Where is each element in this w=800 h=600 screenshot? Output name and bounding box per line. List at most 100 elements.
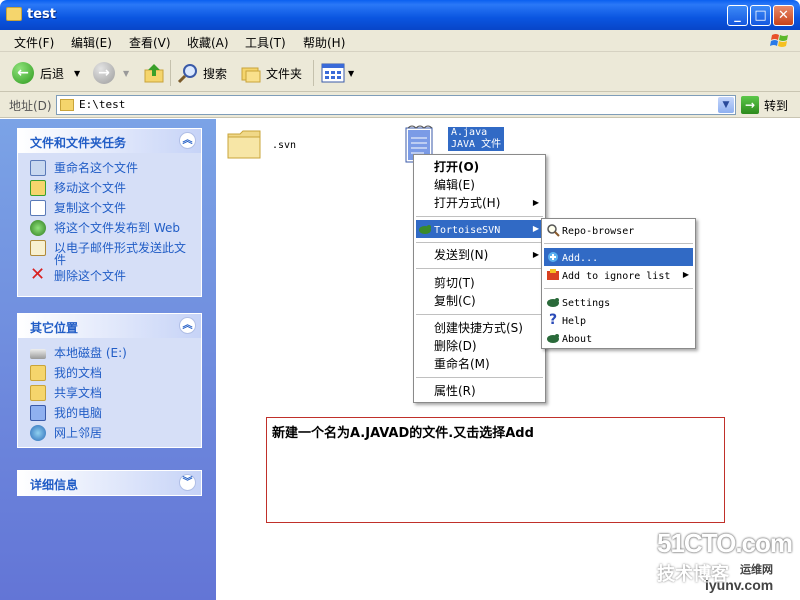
about-icon xyxy=(547,334,559,343)
details-panel: 详细信息 ︾ xyxy=(17,470,202,496)
back-button[interactable]: ← 后退 ▼ xyxy=(12,61,80,85)
task-copy[interactable]: 复制这个文件 xyxy=(30,199,191,219)
menu-divider xyxy=(416,314,543,315)
views-dropdown-icon[interactable]: ▼ xyxy=(348,69,354,78)
forward-arrow-icon: → xyxy=(93,62,115,84)
menu-copy[interactable]: 复制(C) xyxy=(416,292,543,310)
go-button[interactable]: 转到 xyxy=(764,97,788,114)
task-delete[interactable]: ✕ 删除这个文件 xyxy=(30,266,191,287)
maximize-button[interactable]: □ xyxy=(750,5,771,26)
task-label: 复制这个文件 xyxy=(54,201,127,215)
up-folder-icon xyxy=(144,64,164,83)
other-places-header[interactable]: 其它位置 ︽ xyxy=(18,314,201,338)
back-label: 后退 xyxy=(40,66,65,81)
network-icon xyxy=(30,425,46,441)
task-pane: 文件和文件夹任务 ︽ 重命名这个文件 移动这个文件 复制这个文件 将这个文件发布… xyxy=(0,119,216,600)
menu-settings[interactable]: Settings xyxy=(544,293,693,311)
collapse-icon[interactable]: ︽ xyxy=(179,132,196,149)
other-places-title: 其它位置 xyxy=(30,321,79,335)
toolbar: ← 后退 ▼ → ▼ 搜索 文件夹 ▼ xyxy=(0,52,800,92)
submenu-arrow-icon: ▶ xyxy=(532,224,539,233)
folders-button[interactable]: 文件夹 xyxy=(240,61,302,85)
search-button[interactable]: 搜索 xyxy=(177,61,227,85)
menu-help[interactable]: ? Help xyxy=(544,311,693,329)
menu-add[interactable]: Add... xyxy=(544,248,693,266)
other-places-panel: 其它位置 ︽ 本地磁盘 (E:) 我的文档 共享文档 我的电脑 网上邻居 xyxy=(17,313,202,448)
menu-open[interactable]: 打开(O) xyxy=(416,158,543,176)
menu-edit-file[interactable]: 编辑(E) xyxy=(416,176,543,194)
menu-create-shortcut[interactable]: 创建快捷方式(S) xyxy=(416,319,543,337)
menu-divider xyxy=(416,242,543,243)
menu-view[interactable]: 查看(V) xyxy=(129,34,171,51)
watermark-url: iyunv.com xyxy=(705,577,774,593)
computer-icon xyxy=(30,405,46,421)
place-my-documents[interactable]: 我的文档 xyxy=(30,364,191,384)
windows-logo-icon xyxy=(770,34,788,47)
file-tasks-header[interactable]: 文件和文件夹任务 ︽ xyxy=(18,129,201,153)
close-button[interactable]: ✕ xyxy=(773,5,794,26)
ignore-icon xyxy=(547,269,559,280)
tortoisesvn-submenu: Repo-browser Add... Add to ignore list ▶ … xyxy=(541,218,696,349)
address-label: 地址(D) xyxy=(9,99,52,113)
forward-dropdown-icon[interactable]: ▼ xyxy=(123,69,129,78)
menu-tortoisesvn[interactable]: TortoiseSVN ▶ xyxy=(416,220,543,238)
file-tasks-title: 文件和文件夹任务 xyxy=(30,136,127,150)
expand-icon[interactable]: ︾ xyxy=(179,474,196,491)
menu-add-to-ignore-list[interactable]: Add to ignore list ▶ xyxy=(544,266,693,284)
up-folder-button[interactable] xyxy=(143,61,165,85)
title-bar[interactable]: test _ □ ✕ xyxy=(0,0,800,30)
menu-divider xyxy=(416,377,543,378)
address-dropdown-icon[interactable]: ▼ xyxy=(718,97,734,113)
svn-folder-icon[interactable] xyxy=(226,126,262,162)
minimize-button[interactable]: _ xyxy=(727,5,748,26)
views-button[interactable]: ▼ xyxy=(321,61,354,85)
annotation-box: 新建一个名为A.JAVAD的文件.又击选择Add xyxy=(266,417,725,523)
address-input[interactable]: E:\test ▼ xyxy=(56,95,736,115)
menu-rename[interactable]: 重命名(M) xyxy=(416,355,543,373)
menu-repo-browser[interactable]: Repo-browser xyxy=(544,221,693,239)
task-label: 将这个文件发布到 Web xyxy=(54,221,180,235)
menu-about[interactable]: About xyxy=(544,329,693,347)
menu-tools[interactable]: 工具(T) xyxy=(245,34,286,51)
folder-icon xyxy=(60,99,74,111)
back-arrow-icon: ← xyxy=(12,62,34,84)
menu-cut[interactable]: 剪切(T) xyxy=(416,274,543,292)
place-shared-documents[interactable]: 共享文档 xyxy=(30,384,191,404)
place-label: 共享文档 xyxy=(54,386,103,400)
annotation-text: 新建一个名为A.JAVAD的文件.又击选择Add xyxy=(272,426,534,441)
search-icon xyxy=(547,224,560,237)
task-email[interactable]: 以电子邮件形式发送此文件 xyxy=(30,239,191,267)
task-move[interactable]: 移动这个文件 xyxy=(30,179,191,199)
menu-open-with[interactable]: 打开方式(H) ▶ xyxy=(416,194,543,212)
menu-edit[interactable]: 编辑(E) xyxy=(71,34,112,51)
menu-favorites[interactable]: 收藏(A) xyxy=(187,34,229,51)
rename-icon xyxy=(30,160,46,176)
forward-button[interactable]: → ▼ xyxy=(93,61,129,85)
menu-delete[interactable]: 删除(D) xyxy=(416,337,543,355)
address-bar: 地址(D) E:\test ▼ → 转到 xyxy=(0,92,800,118)
place-label: 本地磁盘 (E:) xyxy=(54,346,127,360)
task-label: 重命名这个文件 xyxy=(54,161,139,175)
menu-send-to[interactable]: 发送到(N) ▶ xyxy=(416,246,543,264)
drive-icon xyxy=(30,349,46,359)
menu-help[interactable]: 帮助(H) xyxy=(303,34,345,51)
place-local-disk[interactable]: 本地磁盘 (E:) xyxy=(30,344,191,364)
task-rename[interactable]: 重命名这个文件 xyxy=(30,159,191,179)
selected-file-label[interactable]: A.java JAVA 文件 xyxy=(448,127,505,151)
menu-file[interactable]: 文件(F) xyxy=(14,34,54,51)
details-header[interactable]: 详细信息 ︾ xyxy=(18,471,201,495)
help-icon: ? xyxy=(548,312,558,328)
search-icon xyxy=(177,64,197,84)
file-tasks-panel: 文件和文件夹任务 ︽ 重命名这个文件 移动这个文件 复制这个文件 将这个文件发布… xyxy=(17,128,202,297)
go-arrow-icon[interactable]: → xyxy=(741,96,759,114)
views-icon xyxy=(321,63,345,83)
menu-properties[interactable]: 属性(R) xyxy=(416,382,543,400)
file-name[interactable]: .svn xyxy=(272,140,296,151)
folder-icon xyxy=(30,385,46,401)
task-publish-web[interactable]: 将这个文件发布到 Web xyxy=(30,219,191,239)
back-dropdown-icon[interactable]: ▼ xyxy=(74,69,80,78)
folders-label: 文件夹 xyxy=(266,66,303,81)
place-network[interactable]: 网上邻居 xyxy=(30,424,191,444)
collapse-icon[interactable]: ︽ xyxy=(179,317,196,334)
place-my-computer[interactable]: 我的电脑 xyxy=(30,404,191,424)
